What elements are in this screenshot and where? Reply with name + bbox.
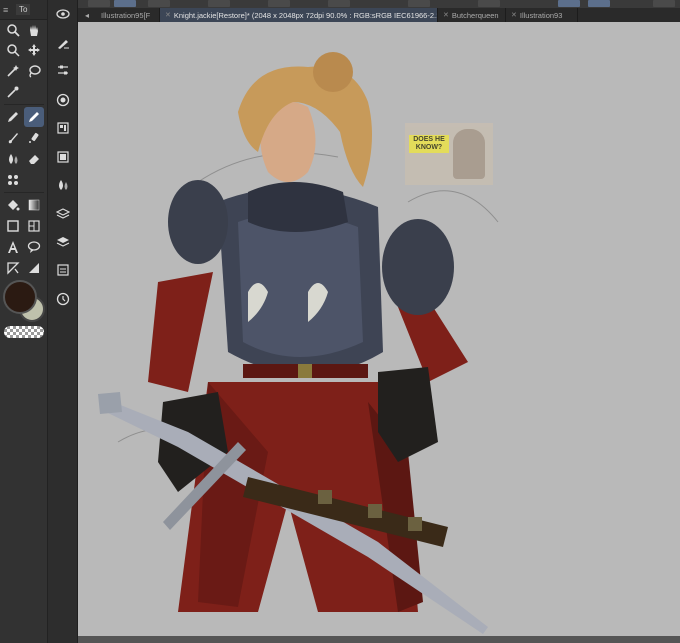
tab-butcherqueen[interactable]: ✕ Butcherqueen (438, 8, 506, 22)
correct-line-icon[interactable] (24, 258, 44, 278)
zoom-icon[interactable] (3, 20, 23, 40)
tab-label: Illustration93 (519, 10, 563, 20)
toolbar-button[interactable] (88, 0, 110, 7)
tool-palette: ≡ To (0, 0, 48, 643)
blend-icon[interactable] (3, 149, 23, 169)
document-tabs: ◂ Illustration95[F ✕ Knight.jackie[Resto… (78, 8, 680, 22)
rotate-icon[interactable] (3, 40, 23, 60)
decoration-icon[interactable] (3, 170, 23, 190)
rectangle-icon[interactable] (3, 216, 23, 236)
status-strip (78, 636, 680, 643)
eraser-icon[interactable] (24, 149, 44, 169)
close-icon[interactable]: ✕ (511, 11, 517, 19)
toolbar-button[interactable] (268, 0, 290, 7)
sub-material-icon[interactable] (53, 260, 73, 280)
balloon-icon[interactable] (24, 237, 44, 257)
hand-icon[interactable] (24, 20, 44, 40)
tool-palette-tab[interactable]: To (16, 4, 31, 15)
transparent-color-swatch[interactable] (4, 326, 44, 338)
main-color-swatch[interactable] (3, 280, 37, 314)
eyedropper-icon[interactable] (3, 82, 23, 102)
sub-layers-icon[interactable] (53, 204, 73, 224)
tool-palette-header: ≡ To (0, 0, 47, 20)
lasso-icon[interactable] (24, 61, 44, 81)
reference-caption: DOES HE KNOW? (409, 135, 449, 153)
top-toolbar (78, 0, 680, 8)
tab-illustration95[interactable]: Illustration95[F (96, 8, 160, 22)
tab-knight-jackie[interactable]: ✕ Knight.jackie[Restore]* (2048 x 2048px… (160, 8, 438, 22)
toolbar-button[interactable] (148, 0, 170, 7)
tab-scroll-left-icon[interactable]: ◂ (78, 8, 96, 22)
toolbar-button[interactable] (408, 0, 430, 7)
menu-icon[interactable]: ≡ (3, 5, 12, 15)
toolbar-button-active[interactable] (114, 0, 136, 7)
sub-settings-icon[interactable] (53, 60, 73, 80)
tab-label: Illustration95[F (101, 10, 151, 20)
separator (4, 192, 44, 193)
move-icon[interactable] (24, 40, 44, 60)
sub-view-icon[interactable] (53, 4, 73, 24)
sub-history-icon[interactable] (53, 289, 73, 309)
sub-color-icon[interactable] (53, 175, 73, 195)
sub-brush-size-icon[interactable] (53, 33, 73, 53)
sub-layer-icon[interactable] (53, 147, 73, 167)
toolbar-button[interactable] (653, 0, 675, 7)
toolbar-button-active[interactable] (588, 0, 610, 7)
frame-icon[interactable] (24, 216, 44, 236)
brush-icon[interactable] (3, 128, 23, 148)
close-icon[interactable]: ✕ (443, 11, 449, 19)
toolbar-button[interactable] (208, 0, 230, 7)
artwork-knight (98, 52, 499, 634)
ruler-icon[interactable] (3, 258, 23, 278)
reference-image[interactable]: DOES HE KNOW? (405, 123, 493, 185)
sub-navigator-icon[interactable] (53, 90, 73, 110)
airbrush-icon[interactable] (24, 128, 44, 148)
palette-bar (48, 0, 78, 643)
toolbar-button[interactable] (328, 0, 350, 7)
sub-property-icon[interactable] (53, 118, 73, 138)
pencil-icon[interactable] (24, 107, 44, 127)
tab-label: Butcherqueen (451, 10, 499, 20)
reference-photo (453, 129, 485, 179)
drawing-canvas[interactable]: DOES HE KNOW? (78, 22, 680, 643)
magic-wand-icon[interactable] (3, 61, 23, 81)
sub-layer-stack-icon[interactable] (53, 232, 73, 252)
pen-icon[interactable] (3, 107, 23, 127)
tab-label: Knight.jackie[Restore]* (2048 x 2048px 7… (173, 10, 438, 20)
fill-icon[interactable] (3, 195, 23, 215)
toolbar-button-active[interactable] (558, 0, 580, 7)
toolbar-button[interactable] (478, 0, 500, 7)
text-icon[interactable] (3, 237, 23, 257)
tab-illustration93[interactable]: ✕ Illustration93 (506, 8, 578, 22)
close-icon[interactable]: ✕ (165, 11, 171, 19)
separator (4, 104, 44, 105)
gradient-icon[interactable] (24, 195, 44, 215)
